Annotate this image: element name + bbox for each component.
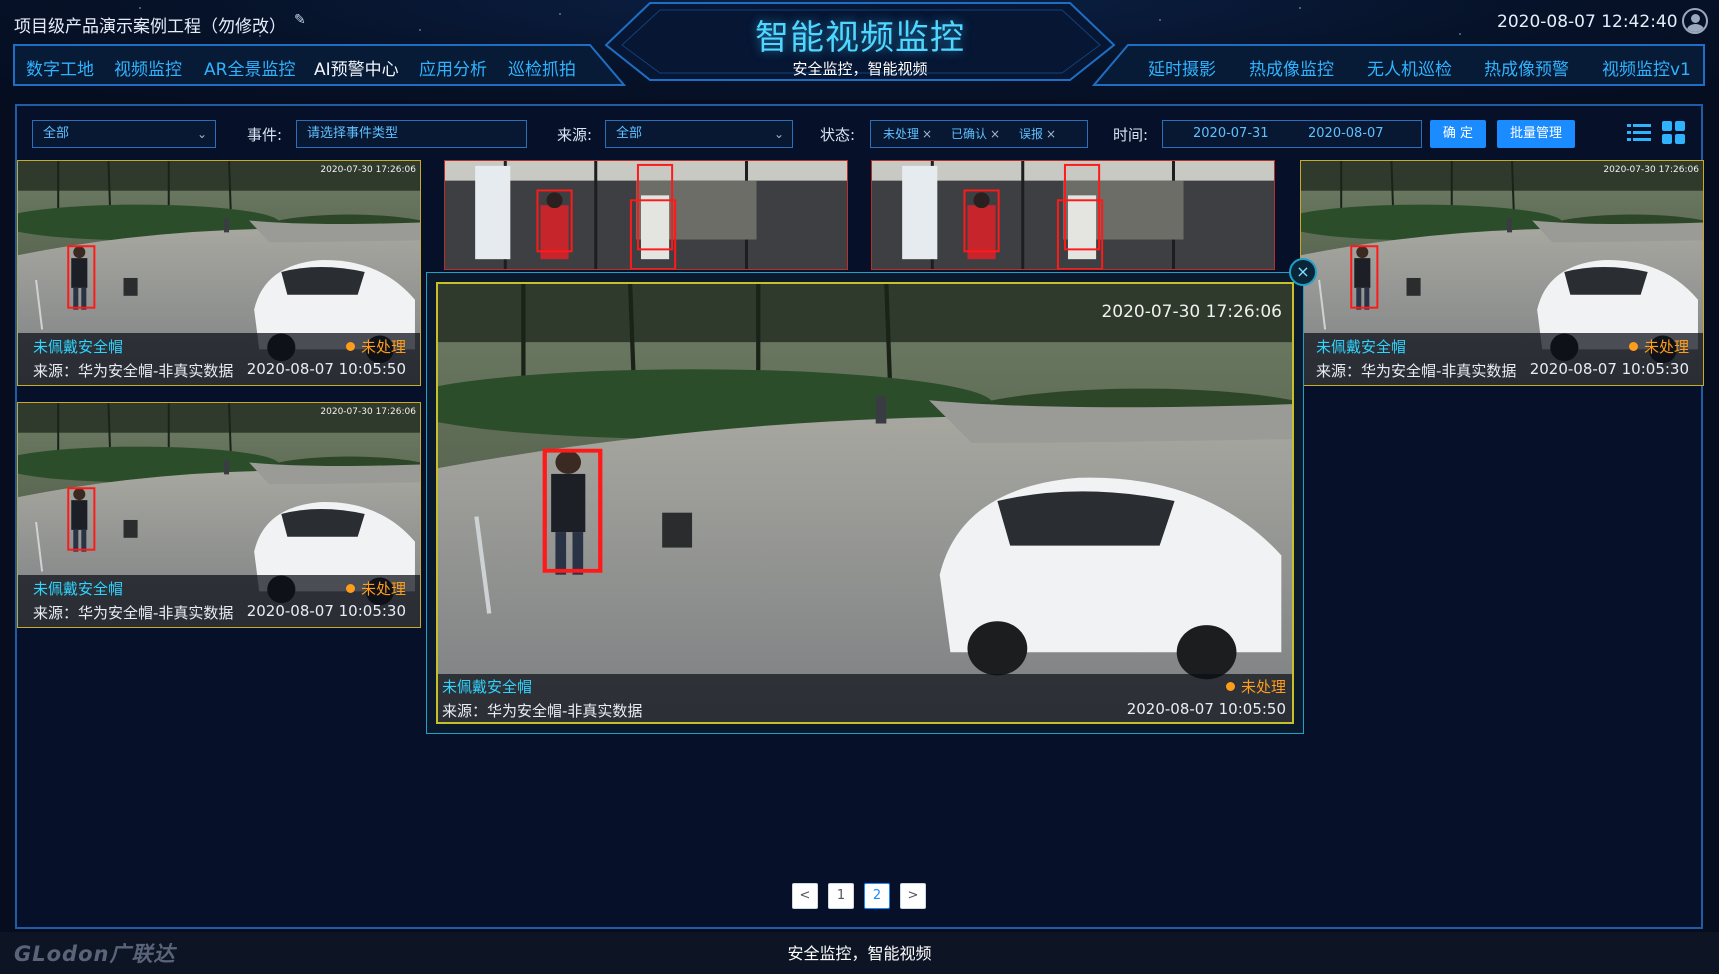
card-caption: 未佩戴安全帽 未处理 来源：华为安全帽-非真实数据 2020-08-07 10:… bbox=[18, 575, 420, 627]
camera-snapshot bbox=[872, 161, 1274, 269]
close-icon: × bbox=[990, 127, 1001, 141]
nav-left: 数字工地 视频监控 AR全景监控 AI预警中心 应用分析 巡检抓拍 bbox=[14, 45, 624, 85]
alert-time: 2020-08-07 10:05:50 bbox=[246, 360, 406, 378]
card-caption: 未佩戴安全帽 未处理 来源：华为安全帽-非真实数据 2020-08-07 10:… bbox=[1301, 333, 1703, 385]
pagination-next[interactable]: > bbox=[900, 883, 926, 909]
grid-view-icon[interactable] bbox=[1662, 121, 1686, 145]
event-type-select[interactable]: 请选择事件类型 bbox=[296, 120, 527, 148]
alert-type: 未佩戴安全帽 bbox=[33, 338, 124, 356]
nav-item-digital-site[interactable]: 数字工地 bbox=[26, 55, 94, 80]
scope-select[interactable]: 全部 ⌄ bbox=[32, 120, 216, 148]
page-title: 智能视频监控 bbox=[755, 18, 965, 58]
alert-card[interactable] bbox=[871, 160, 1275, 270]
source-select-value: 全部 bbox=[616, 126, 643, 141]
status-label: 状态: bbox=[820, 126, 856, 144]
chevron-down-icon: ⌄ bbox=[196, 127, 207, 141]
card-caption: 未佩戴安全帽 未处理 来源：华为安全帽-非真实数据 2020-08-07 10:… bbox=[18, 333, 420, 385]
nav-item-drone-patrol[interactable]: 无人机巡检 bbox=[1367, 55, 1452, 80]
alert-type: 未佩戴安全帽 bbox=[442, 678, 533, 696]
nav-item-thermal-alert[interactable]: 热成像预警 bbox=[1484, 55, 1569, 80]
close-icon: × bbox=[1046, 127, 1057, 141]
alert-card[interactable]: 2020-07-30 17:26:06 未佩戴安全帽 未处理 来源：华为安全帽-… bbox=[1300, 160, 1704, 386]
date-end[interactable]: 2020-08-07 bbox=[1308, 121, 1384, 147]
page-subtitle: 安全监控，智能视频 bbox=[792, 60, 928, 78]
alert-time: 2020-08-07 10:05:30 bbox=[246, 602, 406, 620]
nav-item-video-monitor-v1[interactable]: 视频监控v1 bbox=[1602, 55, 1691, 80]
nav-item-thermal-monitor[interactable]: 热成像监控 bbox=[1249, 55, 1334, 80]
camera-snapshot bbox=[445, 161, 847, 269]
date-start[interactable]: 2020-07-31 bbox=[1193, 121, 1269, 147]
close-icon[interactable]: × bbox=[1289, 258, 1317, 286]
confirm-button[interactable]: 确 定 bbox=[1430, 120, 1486, 148]
snapshot-timestamp: 2020-07-30 17:26:06 bbox=[320, 407, 416, 417]
status-tag-pending[interactable]: 未处理 × bbox=[883, 121, 932, 147]
alert-source: 来源：华为安全帽-非真实数据 bbox=[442, 702, 643, 720]
alert-time: 2020-08-07 10:05:50 bbox=[1126, 700, 1286, 718]
status-tag-confirmed[interactable]: 已确认 × bbox=[951, 121, 1000, 147]
alert-source: 来源：华为安全帽-非真实数据 bbox=[1316, 362, 1517, 380]
project-title[interactable]: 项目级产品演示案例工程（勿修改） bbox=[14, 12, 286, 37]
user-avatar-icon[interactable] bbox=[1682, 8, 1708, 34]
nav-item-patrol-capture[interactable]: 巡检抓拍 bbox=[508, 55, 576, 80]
source-label: 来源: bbox=[557, 126, 593, 144]
nav-item-timelapse[interactable]: 延时摄影 bbox=[1148, 55, 1216, 80]
snapshot-timestamp: 2020-07-30 17:26:06 bbox=[1603, 165, 1699, 175]
snapshot-timestamp: 2020-07-30 17:26:06 bbox=[1101, 302, 1282, 322]
alert-source: 来源：华为安全帽-非真实数据 bbox=[33, 362, 234, 380]
nav-item-video-monitor[interactable]: 视频监控 bbox=[114, 55, 182, 80]
event-label: 事件: bbox=[247, 126, 283, 144]
close-icon: × bbox=[922, 127, 933, 141]
status-badge: 未处理 bbox=[345, 336, 406, 357]
source-select[interactable]: 全部 ⌄ bbox=[605, 120, 793, 148]
time-label: 时间: bbox=[1113, 126, 1149, 144]
nav-item-ar-panorama[interactable]: AR全景监控 bbox=[204, 55, 295, 80]
pagination-prev[interactable]: < bbox=[792, 883, 818, 909]
alert-type: 未佩戴安全帽 bbox=[1316, 338, 1407, 356]
alert-card[interactable]: 2020-07-30 17:26:06 未佩戴安全帽 未处理 来源：华为安全帽-… bbox=[17, 160, 421, 386]
status-badge: 未处理 bbox=[1628, 336, 1689, 357]
alert-card[interactable]: 2020-07-30 17:26:06 未佩戴安全帽 未处理 来源：华为安全帽-… bbox=[17, 402, 421, 628]
pen-icon[interactable]: ✎ bbox=[294, 12, 306, 28]
alert-detail-popup: 2020-07-30 17:26:06 未佩戴安全帽 未处理 来源：华为安全帽-… bbox=[426, 272, 1304, 734]
event-type-placeholder: 请选择事件类型 bbox=[307, 126, 399, 141]
status-tag-false-alarm[interactable]: 误报 × bbox=[1019, 121, 1056, 147]
alert-time: 2020-08-07 10:05:30 bbox=[1529, 360, 1689, 378]
date-range-picker[interactable]: 2020-07-31 2020-08-07 bbox=[1162, 120, 1422, 148]
alert-card[interactable] bbox=[444, 160, 848, 270]
footer-slogan: 安全监控，智能视频 bbox=[787, 944, 932, 963]
list-view-icon[interactable] bbox=[1627, 122, 1651, 144]
clock: 2020-08-07 12:42:40 bbox=[1497, 12, 1678, 32]
snapshot-timestamp: 2020-07-30 17:26:06 bbox=[320, 165, 416, 175]
scope-select-value: 全部 bbox=[43, 126, 70, 141]
status-badge: 未处理 bbox=[1225, 676, 1286, 697]
pagination-page-2[interactable]: 2 bbox=[864, 883, 890, 909]
alert-detail-image: 2020-07-30 17:26:06 未佩戴安全帽 未处理 来源：华为安全帽-… bbox=[436, 282, 1294, 724]
batch-manage-button[interactable]: 批量管理 bbox=[1497, 120, 1575, 148]
status-badge: 未处理 bbox=[345, 578, 406, 599]
nav-item-analysis[interactable]: 应用分析 bbox=[419, 55, 487, 80]
nav-item-ai-alert-center[interactable]: AI预警中心 bbox=[314, 55, 399, 80]
camera-snapshot bbox=[438, 284, 1292, 722]
pagination-page-1[interactable]: 1 bbox=[828, 883, 854, 909]
status-select[interactable]: 未处理 × 已确认 × 误报 × bbox=[870, 120, 1088, 148]
alert-type: 未佩戴安全帽 bbox=[33, 580, 124, 598]
chevron-down-icon: ⌄ bbox=[773, 127, 784, 141]
nav-right: 延时摄影 热成像监控 无人机巡检 热成像预警 视频监控v1 bbox=[1094, 45, 1704, 85]
alert-source: 来源：华为安全帽-非真实数据 bbox=[33, 604, 234, 622]
popup-caption: 未佩戴安全帽 未处理 来源：华为安全帽-非真实数据 2020-08-07 10:… bbox=[438, 674, 1292, 722]
